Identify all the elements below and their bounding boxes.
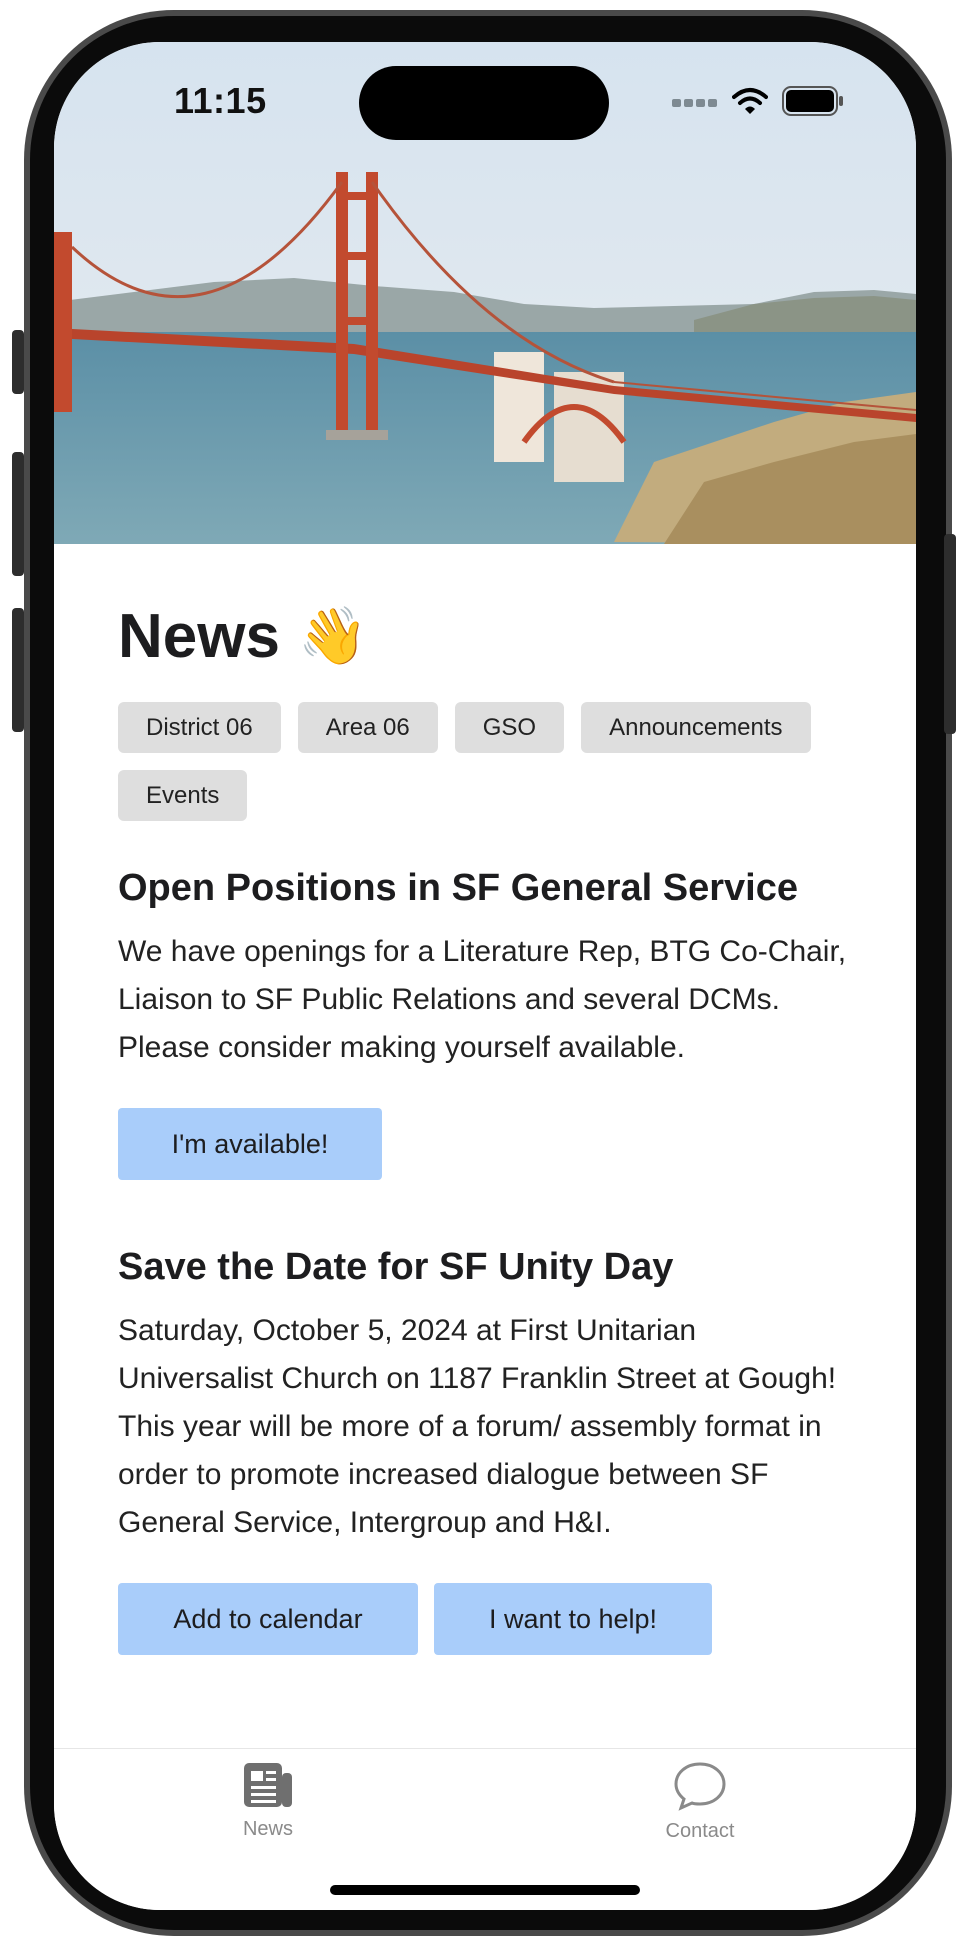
speech-bubble-icon <box>673 1762 727 1815</box>
status-icons <box>672 86 844 121</box>
newspaper-icon <box>242 1763 294 1813</box>
power-button <box>944 534 956 734</box>
action-button <box>12 330 24 394</box>
page-title-row: News 👋 <box>118 600 858 672</box>
add-to-calendar-button[interactable]: Add to calendar <box>118 1583 418 1655</box>
tab-bar: News Contact <box>54 1748 916 1910</box>
battery-icon <box>782 86 844 121</box>
article-body: We have openings for a Literature Rep, B… <box>118 935 847 1064</box>
status-time: 11:15 <box>174 80 267 121</box>
article-title: Open Positions in SF General Service <box>118 867 798 909</box>
article-body: Saturday, October 5, 2024 at First Unita… <box>118 1314 837 1539</box>
phone-screen: 11:15 News 👋 District 06 Area 06 GSO Ann… <box>54 42 916 1910</box>
wifi-icon <box>732 87 768 120</box>
im-available-button[interactable]: I'm available! <box>118 1108 382 1180</box>
tag-announcements[interactable]: Announcements <box>581 702 811 753</box>
article-title: Save the Date for SF Unity Day <box>118 1246 674 1288</box>
volume-down-button <box>12 608 24 732</box>
page-title: News <box>118 601 280 671</box>
tag-district-06[interactable]: District 06 <box>118 702 281 753</box>
want-to-help-button[interactable]: I want to help! <box>434 1583 712 1655</box>
main-content: News 👋 District 06 Area 06 GSO Announcem… <box>118 544 858 1655</box>
article-actions: I'm available! <box>118 1108 858 1180</box>
tag-area-06[interactable]: Area 06 <box>297 702 438 753</box>
tab-contact-label: Contact <box>665 1820 735 1842</box>
tag-gso[interactable]: GSO <box>454 702 565 753</box>
tag-events[interactable]: Events <box>118 770 248 821</box>
volume-up-button <box>12 452 24 576</box>
article-actions: Add to calendar I want to help! <box>118 1583 858 1655</box>
tag-filter-list: District 06 Area 06 GSO Announcements Ev… <box>118 702 858 821</box>
tab-news-label: News <box>242 1818 293 1840</box>
home-indicator <box>330 1885 640 1895</box>
cellular-signal-icon <box>672 95 718 113</box>
waving-hand-icon: 👋 <box>297 604 368 667</box>
article-card: Open Positions in SF General Service We … <box>118 867 858 1180</box>
article-card: Save the Date for SF Unity Day Saturday,… <box>118 1246 858 1655</box>
tab-contact[interactable]: Contact <box>620 1761 780 1843</box>
tab-news[interactable]: News <box>188 1761 348 1841</box>
dynamic-island <box>359 66 609 140</box>
